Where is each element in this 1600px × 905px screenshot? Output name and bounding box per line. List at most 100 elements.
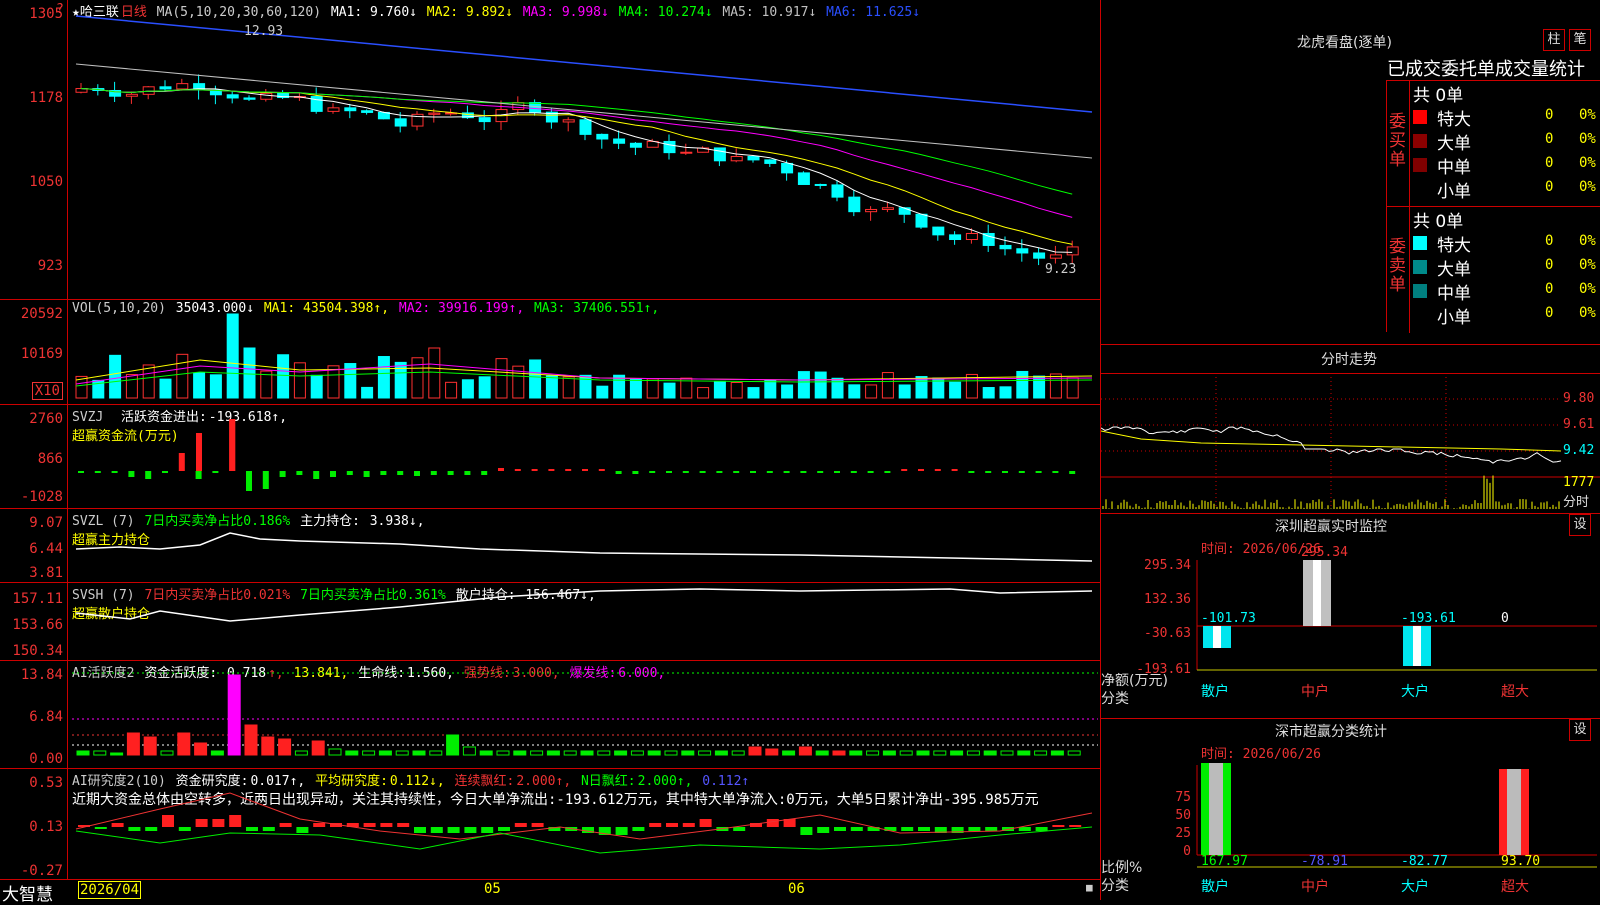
research-bar xyxy=(380,823,393,827)
tick-mode-button[interactable]: 笔 xyxy=(1569,29,1591,51)
order-percent: 0% xyxy=(1579,305,1596,321)
activity-bar xyxy=(647,750,661,756)
money-flow-bar xyxy=(783,471,790,473)
bar-mode-button[interactable]: 柱 xyxy=(1543,29,1565,51)
svsh-chart xyxy=(75,588,1093,622)
volume-bar xyxy=(663,382,676,399)
sell-total: 共 0单 xyxy=(1413,212,1464,232)
activity-bar xyxy=(328,748,342,756)
status-bar: 大智慧 2026/04 05 06 ■ xyxy=(0,879,1100,905)
intraday-volume: 1777 xyxy=(1563,475,1595,490)
order-count: 0 xyxy=(1545,305,1554,321)
svzj-pane[interactable]: 2760 866 -1028 SVZJ 活跃资金进出: -193.618↑, 超赢… xyxy=(0,405,1100,509)
candle xyxy=(680,151,693,154)
money-flow-bar xyxy=(430,471,437,475)
research-bar xyxy=(1052,825,1065,827)
order-size-label: 特大 xyxy=(1437,236,1471,256)
money-flow-bar xyxy=(162,471,168,473)
axis-label: 25 xyxy=(1175,826,1191,841)
activity-bar xyxy=(429,750,443,756)
research-bar xyxy=(1035,827,1048,831)
svsh-pane[interactable]: 157.11 153.66 150.34 SVSH (7) 7日内买卖净占比0.… xyxy=(0,583,1100,661)
activity-bar xyxy=(76,750,90,756)
money-flow-bar xyxy=(414,471,420,476)
monitor-xlabel: 分类 xyxy=(1101,691,1129,707)
ai-research-pane[interactable]: 0.53 0.13 -0.27 AI研究度2(10) 资金研究度: 0.017↑,… xyxy=(0,769,1100,879)
volume-bar xyxy=(781,384,794,399)
month-label: 06 xyxy=(788,881,805,897)
candle xyxy=(176,83,189,90)
money-flow-bar xyxy=(346,471,353,475)
intraday-panel: 分时走势 9.80 9.61 9.42 1777 分时 xyxy=(1101,345,1600,513)
activity-bar xyxy=(933,750,947,756)
sell-side-label: 委卖单 xyxy=(1389,237,1406,295)
money-flow-bar xyxy=(951,469,958,471)
money-flow-bar xyxy=(598,469,605,471)
money-flow-bar xyxy=(800,471,807,473)
kline-pane[interactable]: 1305 1178 1050 923 ? ★哈三联 日线 MA(5,10,20,3… xyxy=(0,0,1100,300)
ai-activity-pane[interactable]: 13.84 6.84 0.00 AI活跃度2 资金活跃度: 0.718 ↑, 13… xyxy=(0,661,1100,769)
order-percent: 0% xyxy=(1579,179,1596,195)
volume-bar xyxy=(495,358,508,399)
volume-chart xyxy=(75,313,1093,399)
candle xyxy=(394,118,407,127)
ma4-line xyxy=(80,88,1073,195)
buy-row: 大单 0 0% xyxy=(1413,129,1600,154)
order-count: 0 xyxy=(1545,257,1554,273)
axis-label: -30.63 xyxy=(1144,626,1191,641)
volume-bar xyxy=(1066,377,1079,399)
activity-bar xyxy=(412,750,426,756)
research-bar xyxy=(733,827,746,831)
lock-icon[interactable]: ■ xyxy=(1086,881,1093,894)
volume-bar xyxy=(713,380,726,399)
activity-bar xyxy=(194,742,208,756)
research-bar xyxy=(128,827,141,831)
research-bar xyxy=(94,827,107,829)
money-flow-bar xyxy=(750,471,756,473)
money-flow-bar xyxy=(968,471,975,473)
start-date: 2026/04 xyxy=(78,881,142,899)
net-amount-value: -193.61 xyxy=(1401,611,1456,626)
activity-bar xyxy=(731,750,745,756)
activity-bar xyxy=(462,746,476,756)
money-flow-bar xyxy=(766,471,773,473)
candle xyxy=(1033,252,1046,259)
candle xyxy=(865,208,878,213)
volume-bar xyxy=(697,387,710,399)
category-label: 大户 xyxy=(1401,878,1429,895)
lhb-panel: 龙虎看盘(逐单) 柱 笔 已成交委托单成交量统计 委买单 委卖单 共 0单 共 … xyxy=(1101,0,1600,345)
activity-bar xyxy=(261,736,275,756)
money-flow-bar xyxy=(733,471,740,473)
money-flow-bar xyxy=(565,469,572,471)
svzl-pane[interactable]: 9.07 6.44 3.81 SVZL (7) 7日内买卖净占比0.186% 主… xyxy=(0,509,1100,583)
money-flow-bar xyxy=(834,471,840,473)
volume-bar xyxy=(730,382,743,399)
volume-bar xyxy=(209,374,222,399)
candle xyxy=(562,119,575,123)
candle xyxy=(361,110,374,113)
activity-bar xyxy=(815,750,829,756)
money-flow-bar xyxy=(195,471,202,479)
activity-bar xyxy=(664,750,678,756)
research-bar xyxy=(397,823,410,827)
money-flow-bar xyxy=(985,471,992,473)
volume-pane[interactable]: 20592 10169 X10 VOL(5,10,20) 35043.000↓ … xyxy=(0,300,1100,405)
color-swatch xyxy=(1413,158,1427,172)
ai-research-chart xyxy=(75,792,1093,854)
candle xyxy=(999,244,1012,250)
ratio-value: -78.91 xyxy=(1301,854,1348,869)
research-bar xyxy=(834,827,846,831)
money-flow-bar xyxy=(279,471,286,477)
research-bar xyxy=(666,823,678,827)
activity-bar xyxy=(345,750,359,756)
axis-label: 75 xyxy=(1175,790,1191,805)
candle xyxy=(478,117,491,123)
ratio-bar-highlight xyxy=(1507,769,1521,855)
order-count: 0 xyxy=(1545,233,1554,249)
money-flow-bar xyxy=(649,471,656,473)
money-flow-bar xyxy=(262,471,269,489)
ma5-line xyxy=(75,63,1093,159)
candle xyxy=(428,112,441,115)
volume-bar xyxy=(176,353,189,399)
activity-bar xyxy=(1067,750,1081,756)
